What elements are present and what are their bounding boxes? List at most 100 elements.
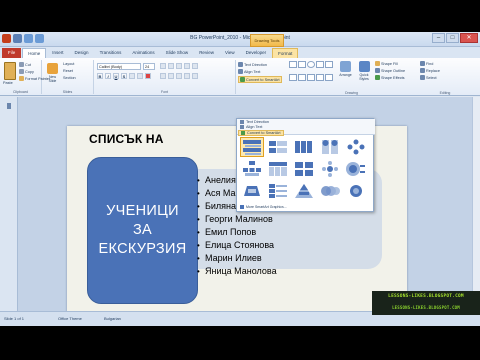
decrease-indent-button[interactable] bbox=[176, 63, 182, 69]
replace-icon bbox=[420, 68, 425, 73]
layout-radial[interactable] bbox=[318, 159, 342, 179]
shape-star[interactable] bbox=[316, 73, 324, 81]
align-right-button[interactable] bbox=[176, 73, 182, 79]
language-indicator[interactable]: Bulgarian bbox=[104, 316, 121, 321]
list-item: Марин Илиев bbox=[197, 252, 277, 265]
align-text-button[interactable]: Align Text bbox=[238, 69, 260, 74]
layout-cycle[interactable] bbox=[344, 137, 368, 157]
close-button[interactable]: ✕ bbox=[460, 33, 478, 43]
tab-format[interactable]: Format bbox=[272, 47, 299, 58]
italic-button[interactable]: I bbox=[105, 73, 111, 79]
new-slide-button[interactable]: New Slide bbox=[45, 63, 60, 87]
char-spacing-button[interactable] bbox=[137, 73, 143, 79]
increase-indent-button[interactable] bbox=[184, 63, 190, 69]
shadow-button[interactable] bbox=[129, 73, 135, 79]
layout-trapezoid-list[interactable] bbox=[240, 181, 264, 201]
tab-transitions[interactable]: Transitions bbox=[95, 48, 127, 58]
convert-to-smartart-button[interactable]: Convert to SmartArt bbox=[238, 76, 282, 83]
copy-button[interactable]: Copy bbox=[19, 69, 34, 74]
reset-button[interactable]: Reset bbox=[63, 69, 73, 73]
shape-fill-button[interactable]: Shape Fill bbox=[375, 61, 398, 66]
align-text-icon bbox=[240, 125, 244, 129]
bullets-button[interactable] bbox=[160, 63, 166, 69]
paste-icon[interactable] bbox=[4, 62, 16, 80]
tab-insert[interactable]: Insert bbox=[47, 48, 68, 58]
font-family-select[interactable]: Calibri (Body) bbox=[97, 63, 141, 70]
layout-pyramid[interactable] bbox=[266, 181, 290, 201]
shape-oval[interactable] bbox=[307, 61, 315, 68]
shape-arrow[interactable] bbox=[325, 61, 333, 68]
smartart-front-shape[interactable]: УЧЕНИЦИ ЗА ЕКСКУРЗИЯ bbox=[87, 157, 198, 304]
shape-callout[interactable] bbox=[307, 73, 315, 81]
layout-stacked-list[interactable] bbox=[318, 137, 342, 157]
cut-button[interactable]: Cut bbox=[19, 62, 31, 67]
more-smartart-graphics[interactable]: More SmartArt Graphics... bbox=[240, 205, 287, 209]
layout-hierarchy[interactable] bbox=[240, 159, 264, 179]
strikethrough-button[interactable]: S bbox=[121, 73, 127, 79]
tab-review[interactable]: Review bbox=[194, 48, 219, 58]
pyramid-icon bbox=[269, 184, 287, 198]
replace-button[interactable]: Replace bbox=[420, 68, 440, 73]
tab-slide-show[interactable]: Slide Show bbox=[161, 48, 194, 58]
text-direction-button[interactable]: Text Direction bbox=[238, 62, 267, 67]
shapes-gallery[interactable] bbox=[289, 61, 333, 85]
columns-button[interactable] bbox=[192, 73, 198, 79]
align-center-button[interactable] bbox=[168, 73, 174, 79]
copy-icon bbox=[19, 69, 24, 74]
justify-button[interactable] bbox=[184, 73, 190, 79]
ribbon-tabs: File Home Insert Design Transitions Anim… bbox=[0, 47, 480, 58]
layout-bending-circles[interactable] bbox=[344, 181, 368, 201]
numbering-button[interactable] bbox=[168, 63, 174, 69]
tab-home[interactable]: Home bbox=[22, 47, 47, 58]
theme-name: Office Theme bbox=[58, 316, 82, 321]
bold-button[interactable]: B bbox=[97, 73, 103, 79]
layout-picture-list[interactable] bbox=[292, 159, 316, 179]
underline-button[interactable]: U bbox=[113, 73, 119, 79]
align-left-button[interactable] bbox=[160, 73, 166, 79]
select-button[interactable]: Select bbox=[420, 75, 437, 80]
layout-vertical-block-list[interactable] bbox=[266, 137, 290, 157]
tab-animations[interactable]: Animations bbox=[127, 48, 159, 58]
bending-circles-icon bbox=[350, 185, 362, 197]
maximize-button[interactable]: □ bbox=[446, 33, 459, 43]
arrange-button[interactable]: Arrange bbox=[338, 61, 353, 85]
tab-file[interactable]: File bbox=[2, 47, 22, 58]
section-button[interactable]: Section bbox=[63, 76, 76, 80]
font-size-select[interactable]: 24 bbox=[143, 63, 155, 70]
paragraph-format-row bbox=[160, 63, 198, 69]
menu-convert-smartart[interactable]: Convert to SmartArt bbox=[238, 130, 284, 136]
layout-table-list[interactable] bbox=[266, 159, 290, 179]
minimize-button[interactable]: – bbox=[432, 33, 445, 43]
layout-horizontal-bullet-list[interactable] bbox=[292, 137, 316, 157]
font-label: Font bbox=[160, 90, 168, 94]
tab-developer[interactable]: Developer bbox=[241, 48, 272, 58]
shape-line2[interactable] bbox=[289, 73, 297, 81]
menu-text-direction[interactable]: Text Direction bbox=[240, 120, 269, 124]
text-direction-icon bbox=[238, 62, 243, 67]
layout-button[interactable]: Layout bbox=[63, 62, 74, 66]
shape-outline-button[interactable]: Shape Outline bbox=[375, 68, 405, 73]
slide-title[interactable]: СПИСЪК НА bbox=[89, 132, 164, 146]
quick-styles-button[interactable]: Quick Styles bbox=[355, 61, 373, 85]
shape-triangle[interactable] bbox=[316, 61, 324, 68]
layout-segmented-pyramid[interactable] bbox=[292, 181, 316, 201]
tab-view[interactable]: View bbox=[220, 48, 240, 58]
shape-line[interactable] bbox=[289, 61, 297, 68]
shape-rect2[interactable] bbox=[298, 73, 306, 81]
shape-rect[interactable] bbox=[298, 61, 306, 68]
effects-icon bbox=[375, 75, 380, 80]
layout-venn[interactable] bbox=[318, 181, 342, 201]
pane-toggle-icon[interactable] bbox=[6, 103, 11, 109]
shape-brace[interactable] bbox=[325, 73, 333, 81]
layout-vertical-bullet-list[interactable] bbox=[240, 137, 264, 157]
paste-button[interactable]: Paste bbox=[3, 81, 13, 85]
shape-effects-button[interactable]: Shape Effects bbox=[375, 75, 405, 80]
pen-icon bbox=[375, 68, 380, 73]
layout-target[interactable] bbox=[344, 159, 368, 179]
vertical-scrollbar[interactable] bbox=[472, 97, 480, 311]
menu-align-text[interactable]: Align Text bbox=[240, 125, 262, 129]
find-button[interactable]: Find bbox=[420, 61, 433, 66]
line-spacing-button[interactable] bbox=[192, 63, 198, 69]
font-color-button[interactable] bbox=[145, 73, 151, 79]
tab-design[interactable]: Design bbox=[70, 48, 94, 58]
